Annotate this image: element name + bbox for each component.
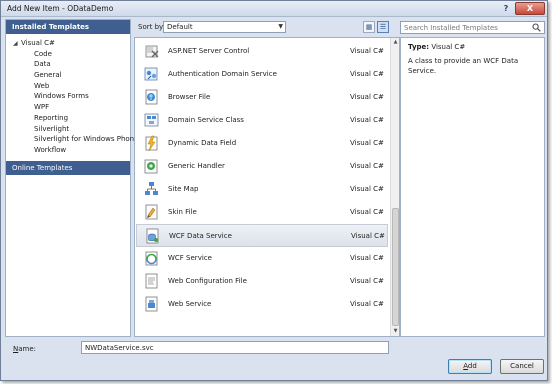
list-item-selected[interactable]: WCF Data Service Visual C# bbox=[136, 224, 388, 247]
template-language: Visual C# bbox=[350, 139, 384, 147]
sort-by-value: Default bbox=[167, 23, 193, 31]
generic-handler-icon bbox=[144, 159, 158, 174]
list-item[interactable]: Browser File Visual C# bbox=[136, 86, 388, 109]
add-button-text: dd bbox=[467, 362, 477, 370]
title-bar[interactable]: Add New Item - ODataDemo ? X bbox=[1, 1, 547, 17]
web-service-icon bbox=[145, 296, 158, 312]
domain-service-icon bbox=[144, 113, 159, 127]
tree-node-windows-forms[interactable]: Windows Forms bbox=[6, 91, 130, 102]
add-button[interactable]: Add bbox=[448, 359, 492, 374]
template-language: Visual C# bbox=[350, 162, 384, 170]
list-item[interactable]: Web Service Visual C# bbox=[136, 293, 388, 316]
sort-toolbar: Sort by: Default ▼ ▦ ☰ bbox=[134, 19, 400, 35]
search-templates-input[interactable]: Search Installed Templates bbox=[400, 21, 545, 34]
small-icons-view-button[interactable]: ▦ bbox=[363, 21, 375, 33]
tree-node-web[interactable]: Web bbox=[6, 81, 130, 92]
template-language: Visual C# bbox=[350, 47, 384, 55]
template-categories-panel: Installed Templates ◢ Visual C# Code Data… bbox=[5, 19, 138, 337]
template-name: ASP.NET Server Control bbox=[168, 47, 250, 55]
template-name: WCF Data Service bbox=[169, 232, 232, 240]
dropdown-arrow-icon: ▼ bbox=[278, 23, 283, 30]
list-item[interactable]: Authentication Domain Service Visual C# bbox=[136, 63, 388, 86]
template-name: Web Configuration File bbox=[168, 277, 247, 285]
template-language: Visual C# bbox=[350, 185, 384, 193]
name-label-text: ame: bbox=[18, 345, 37, 353]
scrollbar-thumb[interactable] bbox=[392, 208, 399, 326]
installed-templates-header[interactable]: Installed Templates bbox=[6, 20, 130, 34]
wcf-data-service-icon bbox=[146, 228, 159, 244]
expand-arrow-icon[interactable]: ◢ bbox=[13, 39, 21, 50]
template-name: Browser File bbox=[168, 93, 211, 101]
template-name: Domain Service Class bbox=[168, 116, 244, 124]
auth-service-icon bbox=[144, 67, 158, 81]
sort-by-dropdown[interactable]: Default ▼ bbox=[163, 21, 286, 33]
list-item[interactable]: ASP.NET Server Control Visual C# bbox=[136, 40, 388, 63]
template-language: Visual C# bbox=[350, 277, 384, 285]
name-label: Name: bbox=[13, 345, 36, 353]
add-new-item-dialog: Add New Item - ODataDemo ? X Installed T… bbox=[0, 0, 548, 381]
tree-node-code[interactable]: Code bbox=[6, 49, 130, 60]
template-language: Visual C# bbox=[350, 300, 384, 308]
list-item[interactable]: Domain Service Class Visual C# bbox=[136, 109, 388, 132]
template-details-panel: Search Installed Templates Type: Visual … bbox=[400, 19, 546, 337]
browser-file-icon bbox=[145, 89, 158, 105]
template-language: Visual C# bbox=[350, 254, 384, 262]
template-language: Visual C# bbox=[350, 116, 384, 124]
template-description-box: Type: Visual C# A class to provide an WC… bbox=[400, 37, 545, 337]
template-list: ASP.NET Server Control Visual C# Authent… bbox=[134, 37, 400, 337]
site-map-icon bbox=[145, 182, 158, 195]
template-name: WCF Service bbox=[168, 254, 212, 262]
list-item[interactable]: Generic Handler Visual C# bbox=[136, 155, 388, 178]
scroll-down-icon[interactable]: ▼ bbox=[391, 327, 400, 336]
cancel-button[interactable]: Cancel bbox=[500, 359, 544, 374]
wcf-service-icon bbox=[145, 251, 158, 266]
sort-by-label: Sort by: bbox=[138, 23, 166, 31]
list-item[interactable]: Web Configuration File Visual C# bbox=[136, 270, 388, 293]
template-type-line: Type: Visual C# bbox=[408, 42, 544, 52]
tree-node-visual-csharp[interactable]: ◢ Visual C# bbox=[6, 38, 130, 49]
online-templates-header[interactable]: Online Templates bbox=[6, 161, 130, 175]
template-language: Visual C# bbox=[350, 70, 384, 78]
template-description: A class to provide an WCF Data Service. bbox=[408, 57, 519, 75]
skin-file-icon bbox=[145, 204, 158, 220]
template-name: Generic Handler bbox=[168, 162, 225, 170]
web-config-icon bbox=[145, 273, 158, 289]
list-item[interactable]: Skin File Visual C# bbox=[136, 201, 388, 224]
server-control-icon bbox=[145, 45, 159, 58]
list-item[interactable]: Dynamic Data Field Visual C# bbox=[136, 132, 388, 155]
template-name: Web Service bbox=[168, 300, 212, 308]
template-name: Site Map bbox=[168, 185, 199, 193]
scroll-up-icon[interactable]: ▲ bbox=[391, 38, 400, 47]
template-name: Skin File bbox=[168, 208, 197, 216]
category-tree: ◢ Visual C# Code Data General Web Windows… bbox=[6, 38, 138, 156]
tree-node-data[interactable]: Data bbox=[6, 59, 130, 70]
type-value: Visual C# bbox=[431, 43, 466, 51]
type-label: Type: bbox=[408, 43, 430, 51]
close-button[interactable]: X bbox=[515, 2, 545, 15]
search-icon[interactable] bbox=[532, 23, 541, 32]
tree-node-general[interactable]: General bbox=[6, 70, 130, 81]
help-button[interactable]: ? bbox=[499, 3, 513, 15]
window-title: Add New Item - ODataDemo bbox=[7, 4, 114, 13]
search-placeholder: Search Installed Templates bbox=[404, 24, 498, 32]
tree-node-label: Visual C# bbox=[21, 39, 55, 47]
template-list-scrollbar[interactable]: ▲ ▼ bbox=[390, 38, 399, 336]
template-language: Visual C# bbox=[350, 208, 384, 216]
dynamic-data-icon bbox=[145, 135, 158, 152]
tree-node-workflow[interactable]: Workflow bbox=[6, 145, 130, 156]
template-list-panel: Sort by: Default ▼ ▦ ☰ ASP.NET Server Co… bbox=[134, 19, 400, 337]
tree-node-silverlight[interactable]: Silverlight bbox=[6, 124, 130, 135]
name-input[interactable]: NWDataService.svc bbox=[81, 341, 389, 354]
tree-node-wpf[interactable]: WPF bbox=[6, 102, 130, 113]
template-language: Visual C# bbox=[351, 232, 385, 240]
list-item[interactable]: Site Map Visual C# bbox=[136, 178, 388, 201]
tree-node-reporting[interactable]: Reporting bbox=[6, 113, 130, 124]
list-item[interactable]: WCF Service Visual C# bbox=[136, 247, 388, 270]
medium-icons-view-button[interactable]: ☰ bbox=[377, 21, 389, 33]
tree-node-silverlight-windows-phone[interactable]: Silverlight for Windows Phone bbox=[6, 134, 138, 145]
template-language: Visual C# bbox=[350, 93, 384, 101]
template-name: Authentication Domain Service bbox=[168, 70, 277, 78]
template-name: Dynamic Data Field bbox=[168, 139, 237, 147]
